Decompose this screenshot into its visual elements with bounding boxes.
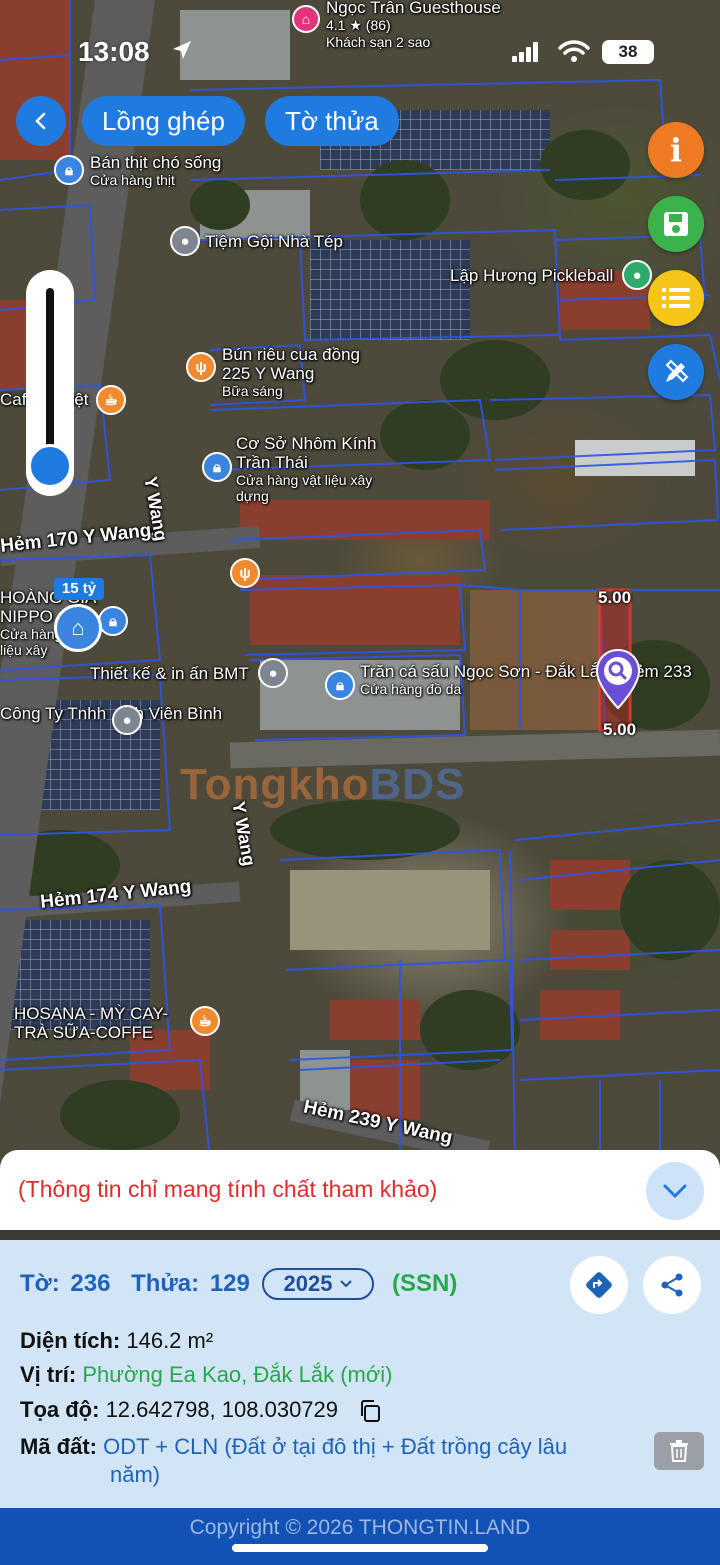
poi-pickleball: Lập Hương Pickleball xyxy=(450,266,614,285)
poi-hair-salon: Tiệm Gội Nhà Tép xyxy=(205,232,343,251)
location-label: Vị trí: xyxy=(20,1362,77,1387)
status-time: 13:08 xyxy=(78,36,150,67)
slider-knob[interactable] xyxy=(28,444,72,488)
overlay-mode-button[interactable]: Lồng ghép xyxy=(82,96,245,146)
pencil-ruler-icon xyxy=(665,359,689,383)
sheet-label: Tờ: xyxy=(20,1270,60,1297)
sheet-value: 236 xyxy=(70,1270,111,1297)
info-icon: i xyxy=(669,131,683,169)
poi-thiet-ke: Thiết kế & in ấn BMT xyxy=(90,664,249,683)
shop-pin-icon[interactable]: 🔒︎ xyxy=(54,155,84,185)
disclaimer-bar: (Thông tin chỉ mang tính chất tham khảo) xyxy=(0,1150,720,1230)
sport-pin-icon[interactable]: ● xyxy=(622,260,652,290)
dimension-top: 5.00 xyxy=(598,588,632,607)
cafe-pin-icon[interactable]: ☕︎ xyxy=(190,1006,220,1036)
battery-indicator: 38 xyxy=(602,40,654,64)
sheet-lot-button[interactable]: Tờ thửa xyxy=(265,96,399,146)
share-button[interactable] xyxy=(643,1256,701,1314)
footer: Copyright © 2026 THONGTIN.LAND xyxy=(0,1508,720,1565)
location-search-marker-icon[interactable] xyxy=(594,648,642,710)
listing-home-icon[interactable]: ⌂ xyxy=(54,604,102,652)
dimension-bottom: 5.00 xyxy=(603,720,637,739)
wifi-icon xyxy=(558,40,590,62)
signal-icon xyxy=(512,42,538,62)
directions-button[interactable] xyxy=(570,1256,628,1314)
lot-label: Thửa: xyxy=(131,1270,200,1297)
place-pin-icon[interactable]: ● xyxy=(112,705,142,735)
list-icon xyxy=(662,288,690,308)
area-row: Diện tích: 146.2 m² xyxy=(20,1328,213,1354)
watermark-logo: TongkhoBDS xyxy=(180,760,466,809)
hotel-pin-icon[interactable]: ⌂ xyxy=(292,5,320,33)
chevron-down-icon xyxy=(663,1184,687,1199)
back-button[interactable] xyxy=(16,96,66,146)
land-code-label: Mã đất: xyxy=(20,1434,97,1459)
land-code-value: ODT + CLN (Đất ở tại đô thị + Đất trồng … xyxy=(103,1434,568,1459)
shop-pin-icon[interactable]: 🔒︎ xyxy=(98,606,128,636)
list-button[interactable] xyxy=(648,270,704,326)
save-icon xyxy=(664,212,688,236)
poi-hotel-name: Ngọc Trân Guesthouse xyxy=(326,0,501,17)
directions-icon xyxy=(586,1272,612,1298)
opacity-slider[interactable] xyxy=(26,270,74,496)
chevron-down-icon xyxy=(340,1280,353,1288)
shop-pin-icon[interactable]: 🔒︎ xyxy=(202,452,232,482)
poi-hotel: Ngọc Trân Guesthouse xyxy=(326,0,501,17)
year-value: 2025 xyxy=(283,1271,333,1296)
trash-icon xyxy=(670,1440,688,1462)
poi-tran-ca-sau: Trăn cá sấu Ngọc Sơn - Đắk Lắk ( Hẻm 233… xyxy=(360,662,692,697)
land-code-row: Mã đất: ODT + CLN (Đất ở tại đô thị + Đấ… xyxy=(20,1434,640,1488)
poi-hosana: HOSANA - MỲ CAY-TRÀ SỮA-COFFE xyxy=(14,1004,168,1042)
place-pin-icon[interactable]: ● xyxy=(258,658,288,688)
share-icon xyxy=(661,1273,683,1297)
cafe-pin-icon[interactable]: ☕︎ xyxy=(96,385,126,415)
price-badge[interactable]: 15 tỷ xyxy=(54,578,104,600)
restaurant-pin-icon[interactable]: ψ xyxy=(186,352,216,382)
draw-measure-button[interactable] xyxy=(648,344,704,400)
lot-value: 129 xyxy=(209,1270,250,1297)
info-button[interactable]: i xyxy=(648,122,704,178)
home-indicator[interactable] xyxy=(232,1544,488,1552)
satellite-map[interactable]: ⌂ Ngọc Trân Guesthouse 4.1 ★ (86) Khách … xyxy=(0,0,720,1160)
copyright-text: Copyright © 2026 THONGTIN.LAND xyxy=(189,1516,531,1539)
disclaimer-text: (Thông tin chỉ mang tính chất tham khảo) xyxy=(18,1176,438,1202)
chevron-left-icon xyxy=(35,112,46,130)
location-arrow-icon xyxy=(173,41,191,59)
land-code-value-cont: năm) xyxy=(110,1462,161,1487)
slider-rail xyxy=(46,288,54,458)
poi-bun-rieu: Bún riêu cua đồng 225 Y Wang Bữa sáng xyxy=(222,345,360,399)
poi-meat-shop: Bán thịt chó sống Cửa hàng thịt xyxy=(90,153,222,188)
place-pin-icon[interactable]: ● xyxy=(170,226,200,256)
parcel-info-sheet: (Thông tin chỉ mang tính chất tham khảo)… xyxy=(0,1150,720,1565)
ssn-tag: (SSN) xyxy=(392,1270,458,1297)
delete-button[interactable] xyxy=(654,1432,704,1470)
sheet-lot-row: Tờ: 236 Thửa: 129 xyxy=(20,1270,250,1298)
restaurant-pin-icon[interactable]: ψ xyxy=(230,558,260,588)
parcel-details: Tờ: 236 Thửa: 129 2025 (SSN) Diện tích: … xyxy=(0,1240,720,1510)
coords-label: Tọa độ: xyxy=(20,1397,100,1422)
coords-value: 12.642798, 108.030729 xyxy=(105,1397,339,1422)
location-value: Phường Ea Kao, Đắk Lắk (mới) xyxy=(82,1362,393,1387)
save-button[interactable] xyxy=(648,196,704,252)
copy-icon[interactable] xyxy=(358,1399,382,1423)
shop-pin-icon[interactable]: 🔒︎ xyxy=(325,670,355,700)
status-bar: 13:08 38 xyxy=(0,30,720,76)
location-row: Vị trí: Phường Ea Kao, Đắk Lắk (mới) xyxy=(20,1362,393,1388)
area-value: 146.2 m² xyxy=(126,1328,214,1353)
poi-nhom-kinh: Cơ Sở Nhôm Kính Trần Thái Cửa hàng vật li… xyxy=(236,434,377,504)
coords-row: Tọa độ: 12.642798, 108.030729 xyxy=(20,1397,382,1423)
year-select[interactable]: 2025 xyxy=(262,1268,374,1300)
collapse-button[interactable] xyxy=(646,1162,704,1220)
area-label: Diện tích: xyxy=(20,1328,121,1353)
